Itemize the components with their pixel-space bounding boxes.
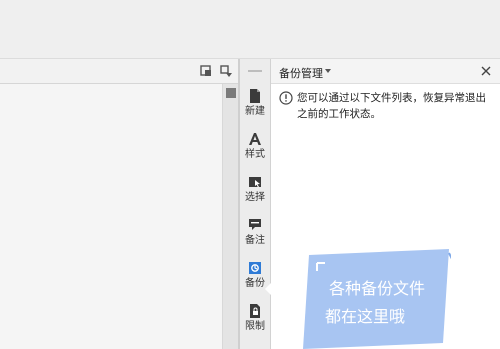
sidebar-item-select[interactable]: 选择	[240, 173, 270, 213]
illustration-text-line1: 各种备份文件	[329, 279, 425, 298]
style-icon	[249, 133, 261, 145]
illustration-text-line2: 都在这里哦	[325, 307, 405, 326]
sidebar-item-comment[interactable]: 备注	[240, 216, 270, 256]
info-icon	[279, 91, 293, 105]
restore-window-icon[interactable]	[200, 65, 212, 77]
panel-title[interactable]: 备份管理	[279, 65, 323, 81]
close-icon[interactable]	[480, 65, 492, 77]
sidebar-item-restrict[interactable]: 限制	[240, 302, 270, 342]
drag-grip[interactable]	[248, 70, 262, 72]
backup-illustration: 各种备份文件 都在这里哦	[303, 249, 451, 349]
sidebar-item-label: 新建	[245, 106, 265, 117]
backup-icon	[249, 262, 261, 274]
sidebar-item-label: 选择	[245, 192, 265, 203]
sidebar-item-label: 样式	[245, 149, 265, 160]
panel-header: 备份管理	[271, 59, 500, 84]
panel-menu-icon[interactable]	[220, 65, 232, 77]
backup-management-panel: 备份管理 您可以通过以下文件列表，恢复异常退出之前的工作状态。 各种备份文件 都…	[271, 59, 500, 349]
comment-icon	[249, 219, 261, 230]
top-toolbar-area	[0, 0, 500, 59]
task-pane-sidebar: 新建 样式 选择 备注 备份 限制	[240, 59, 271, 349]
chevron-down-icon[interactable]	[325, 69, 331, 73]
editor-header-bar	[0, 59, 240, 84]
recovery-message: 您可以通过以下文件列表，恢复异常退出之前的工作状态。	[297, 92, 486, 120]
scroll-up-icon[interactable]	[226, 88, 236, 98]
sidebar-item-new[interactable]: 新建	[240, 87, 270, 127]
select-icon	[249, 177, 261, 188]
new-document-icon	[250, 89, 260, 103]
sidebar-item-label: 备注	[245, 235, 265, 246]
document-editor-area[interactable]	[0, 84, 222, 349]
restrict-icon	[250, 304, 260, 318]
sidebar-item-style[interactable]: 样式	[240, 130, 270, 170]
sidebar-item-label: 限制	[245, 321, 265, 332]
vertical-scrollbar[interactable]	[222, 84, 239, 349]
